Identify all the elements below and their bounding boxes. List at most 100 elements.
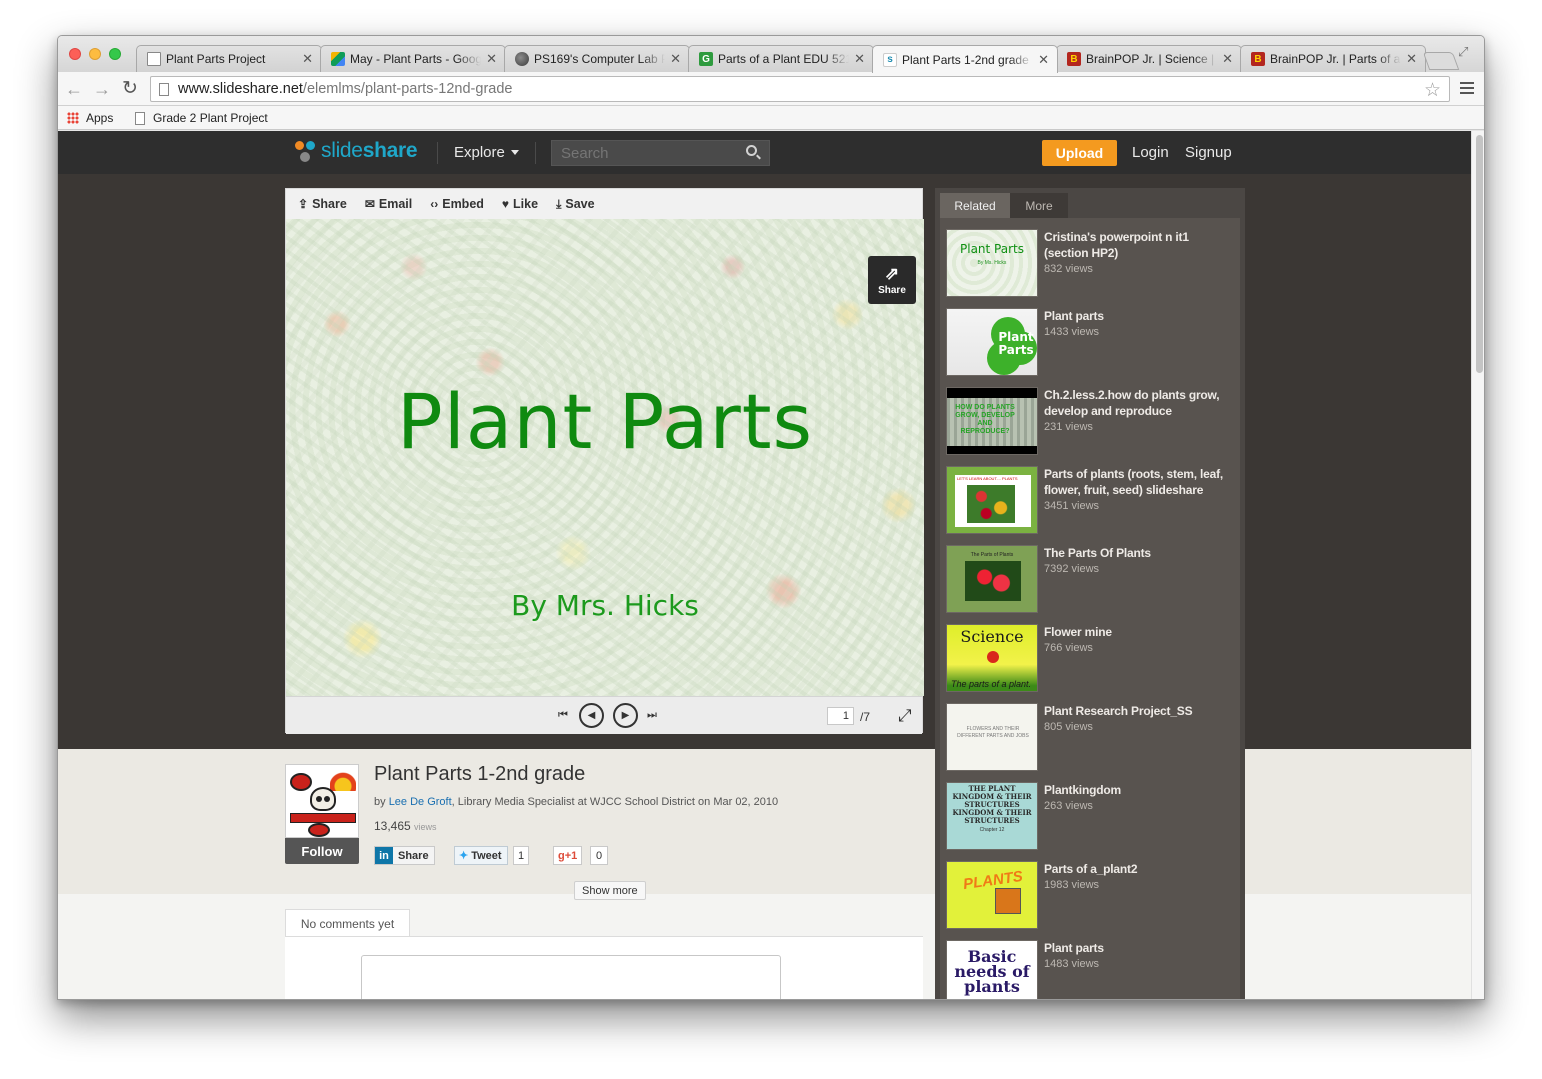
related-title[interactable]: Ch.2.less.2.how do plants grow, develop … bbox=[1044, 387, 1234, 419]
related-thumbnail[interactable]: The Parts of Plants bbox=[946, 545, 1038, 613]
related-title[interactable]: Plant parts bbox=[1044, 308, 1234, 324]
related-item[interactable]: HOW DO PLANTS GROW, DEVELOP AND REPRODUC… bbox=[946, 379, 1236, 455]
related-thumbnail[interactable]: Plant Parts bbox=[946, 308, 1038, 376]
browser-tab[interactable]: G Parts of a Plant EDU 521 ✕ bbox=[688, 45, 874, 72]
related-title[interactable]: Flower mine bbox=[1044, 624, 1234, 640]
show-more-button[interactable]: Show more bbox=[574, 881, 646, 900]
window-minimize-button[interactable] bbox=[89, 48, 101, 60]
bookmark-grade2-plant-project[interactable]: Grade 2 Plant Project bbox=[135, 111, 268, 125]
address-bar[interactable]: www.slideshare.net/elemlms/plant-parts-1… bbox=[150, 76, 1450, 102]
by-label: by bbox=[374, 796, 386, 808]
thumbnail-text: Plant Parts bbox=[960, 242, 1024, 256]
linkedin-share-label: Share bbox=[398, 849, 429, 862]
share-action-button[interactable]: ⇪ Share bbox=[298, 197, 347, 211]
slide-canvas[interactable]: Plant Parts By Mrs. Hicks ⇗ Share bbox=[286, 219, 924, 696]
forward-arrow-icon[interactable]: → bbox=[92, 79, 112, 99]
tweet-button[interactable]: ✦ Tweet bbox=[454, 846, 508, 865]
browser-tab-active[interactable]: s Plant Parts 1-2nd grade ✕ bbox=[872, 45, 1058, 73]
window-maximize-button[interactable] bbox=[109, 48, 121, 60]
comment-textarea[interactable] bbox=[361, 955, 781, 999]
related-item[interactable]: Basic needs of plants Plant parts 1483 v… bbox=[946, 932, 1236, 999]
email-icon: ✉ bbox=[364, 197, 375, 211]
related-item[interactable]: Plant Parts By Ms. Hicks Cristina's powe… bbox=[946, 221, 1236, 297]
related-item[interactable]: PLANTS Parts of a_plant2 1983 views bbox=[946, 853, 1236, 929]
signup-link[interactable]: Signup bbox=[1185, 144, 1232, 161]
browser-tab[interactable]: May - Plant Parts - Goog ✕ bbox=[320, 45, 506, 72]
reload-icon[interactable]: ↻ bbox=[120, 79, 140, 99]
related-title[interactable]: Parts of a_plant2 bbox=[1044, 861, 1234, 877]
tab-title: BrainPOP Jr. | Science | L bbox=[1086, 52, 1217, 66]
like-action-button[interactable]: ♥ Like bbox=[502, 197, 538, 211]
related-item[interactable]: LET'S LEARN ABOUT.... PLANTS Parts of pl… bbox=[946, 458, 1236, 534]
window-close-button[interactable] bbox=[69, 48, 81, 60]
search-icon[interactable] bbox=[746, 145, 757, 156]
share-button-label: Share bbox=[878, 284, 906, 296]
close-tab-icon[interactable]: ✕ bbox=[301, 51, 313, 67]
related-thumbnail[interactable]: Basic needs of plants bbox=[946, 940, 1038, 999]
new-tab-button[interactable] bbox=[1422, 52, 1460, 70]
search-input[interactable] bbox=[551, 140, 770, 166]
related-title[interactable]: Parts of plants (roots, stem, leaf, flow… bbox=[1044, 466, 1234, 498]
related-thumbnail[interactable]: Plant Parts By Ms. Hicks bbox=[946, 229, 1038, 297]
back-arrow-icon[interactable]: ← bbox=[64, 79, 84, 99]
related-thumbnail[interactable]: PLANTS bbox=[946, 861, 1038, 929]
follow-button[interactable]: Follow bbox=[285, 838, 359, 864]
related-item[interactable]: The Parts of Plants The Parts Of Plants … bbox=[946, 537, 1236, 613]
related-title[interactable]: Plant parts bbox=[1044, 940, 1234, 956]
browser-tab[interactable]: B BrainPOP Jr. | Science | L ✕ bbox=[1056, 45, 1242, 72]
related-title[interactable]: Cristina's powerpoint n it1 (section HP2… bbox=[1044, 229, 1234, 261]
related-thumbnail[interactable]: HOW DO PLANTS GROW, DEVELOP AND REPRODUC… bbox=[946, 387, 1038, 455]
google-plus-button[interactable]: g +1 bbox=[553, 846, 583, 865]
save-action-button[interactable]: ⤓ Save bbox=[556, 197, 595, 212]
linkedin-share-button[interactable]: in Share bbox=[374, 846, 435, 865]
last-slide-icon[interactable]: ⏭ bbox=[647, 709, 657, 722]
close-tab-icon[interactable]: ✕ bbox=[669, 51, 681, 67]
related-thumbnail[interactable]: FLOWERS AND THEIR DIFFERENT PARTS AND JO… bbox=[946, 703, 1038, 771]
comments-tab[interactable]: No comments yet bbox=[285, 909, 410, 937]
logo-text-slide: slide bbox=[321, 139, 363, 162]
close-tab-icon[interactable]: ✕ bbox=[853, 51, 865, 67]
fullscreen-icon[interactable]: ⤢ bbox=[1458, 44, 1472, 59]
related-title[interactable]: Plantkingdom bbox=[1044, 782, 1234, 798]
related-thumbnail[interactable]: LET'S LEARN ABOUT.... PLANTS bbox=[946, 466, 1038, 534]
scrollbar-thumb[interactable] bbox=[1476, 135, 1483, 373]
related-thumbnail[interactable]: THE PLANT KINGDOM & THEIR STRUCTURES KIN… bbox=[946, 782, 1038, 850]
related-title[interactable]: The Parts Of Plants bbox=[1044, 545, 1234, 561]
upload-button[interactable]: Upload bbox=[1042, 140, 1117, 166]
close-tab-icon[interactable]: ✕ bbox=[1037, 52, 1049, 68]
play-button[interactable]: ▶ bbox=[613, 703, 638, 728]
tab-related[interactable]: Related bbox=[940, 193, 1010, 218]
slide-share-button[interactable]: ⇗ Share bbox=[868, 256, 916, 304]
close-tab-icon[interactable]: ✕ bbox=[1221, 51, 1233, 67]
email-action-button[interactable]: ✉ Email bbox=[365, 197, 412, 211]
embed-action-button[interactable]: ‹› Embed bbox=[430, 197, 484, 211]
previous-slide-button[interactable]: ◀ bbox=[579, 703, 604, 728]
bookmark-apps[interactable]: Apps bbox=[67, 111, 113, 125]
tab-more[interactable]: More bbox=[1010, 193, 1068, 218]
related-item[interactable]: Science The parts of a plant. Flower min… bbox=[946, 616, 1236, 692]
related-views: 832 views bbox=[1044, 263, 1093, 275]
bookmark-star-icon[interactable]: ☆ bbox=[1424, 79, 1441, 102]
slideshare-logo[interactable]: slide share bbox=[295, 139, 418, 163]
author-detail: , Library Media Specialist at WJCC Schoo… bbox=[451, 796, 779, 808]
explore-menu[interactable]: Explore bbox=[454, 144, 519, 161]
related-item[interactable]: FLOWERS AND THEIR DIFFERENT PARTS AND JO… bbox=[946, 695, 1236, 771]
browser-tab[interactable]: PS169's Computer Lab P ✕ bbox=[504, 45, 690, 72]
browser-tab[interactable]: B BrainPOP Jr. | Parts of a P ✕ bbox=[1240, 45, 1426, 72]
first-slide-icon[interactable]: ⏮ bbox=[558, 709, 568, 722]
login-link[interactable]: Login bbox=[1132, 144, 1169, 161]
related-thumbnail[interactable]: Science The parts of a plant. bbox=[946, 624, 1038, 692]
page-number-input[interactable] bbox=[827, 707, 854, 725]
close-tab-icon[interactable]: ✕ bbox=[485, 51, 497, 67]
browser-tab[interactable]: Plant Parts Project ✕ bbox=[136, 45, 322, 72]
related-item[interactable]: THE PLANT KINGDOM & THEIR STRUCTURES KIN… bbox=[946, 774, 1236, 850]
page-scrollbar[interactable] bbox=[1471, 131, 1484, 999]
related-title[interactable]: Plant Research Project_SS bbox=[1044, 703, 1234, 719]
embed-icon: ‹› bbox=[430, 197, 439, 211]
author-link[interactable]: Lee De Groft bbox=[389, 796, 452, 808]
menu-icon[interactable] bbox=[1460, 82, 1474, 94]
related-item[interactable]: Plant Parts Plant parts 1433 views bbox=[946, 300, 1236, 376]
expand-icon[interactable]: ⤢ bbox=[898, 706, 912, 726]
author-avatar[interactable] bbox=[285, 764, 359, 838]
close-tab-icon[interactable]: ✕ bbox=[1405, 51, 1417, 67]
